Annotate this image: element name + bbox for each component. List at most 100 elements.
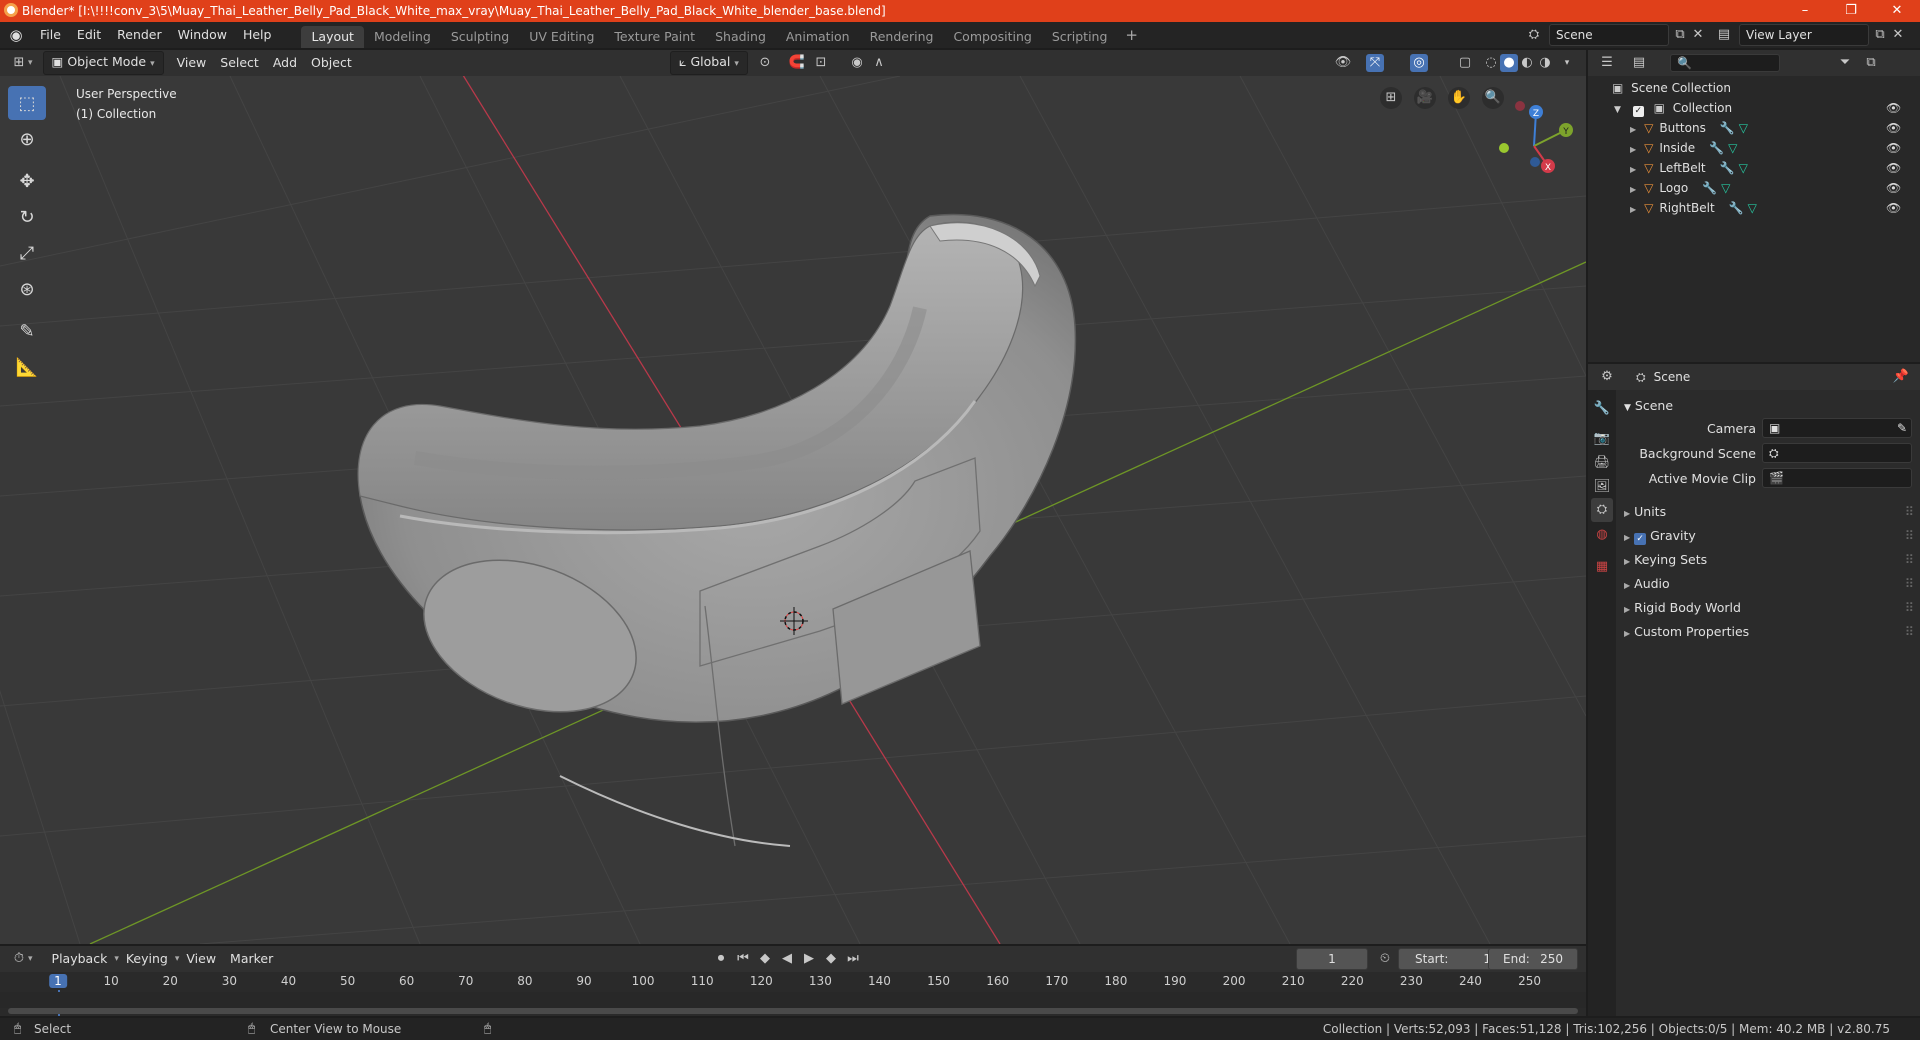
tab-layout[interactable]: Layout (301, 26, 364, 48)
scene-tab-icon[interactable]: ⛭ (1591, 498, 1613, 522)
overlay-toggle-icon[interactable]: ◎ (1410, 54, 1428, 72)
view-layer-browse-icon[interactable]: ▤ (1715, 26, 1733, 44)
proportional-edit-icon[interactable]: ◉ (848, 54, 866, 72)
eye-icon[interactable]: 👁 (1886, 98, 1901, 118)
annotate-tool[interactable]: ✎ (8, 314, 46, 348)
outliner-object-rightbelt[interactable]: ▶ ▽ RightBelt 🔧 ▽ 👁 (1630, 198, 1916, 218)
drag-handle-icon[interactable]: ⠿ (1905, 504, 1914, 519)
outliner-object-logo[interactable]: ▶ ▽ Logo 🔧 ▽ 👁 (1630, 178, 1916, 198)
panel-gravity[interactable]: ▶ ✓ Gravity ⠿ (1624, 528, 1914, 545)
marker-menu[interactable]: Marker (223, 948, 280, 970)
eye-icon[interactable]: 👁 (1886, 198, 1901, 218)
panel-custom-properties[interactable]: ▶ Custom Properties ⠿ (1624, 624, 1914, 639)
modifier-wrench-icon[interactable]: 🔧 (1729, 201, 1744, 215)
tool-tab-icon[interactable]: 🔧 (1593, 400, 1611, 418)
panel-audio[interactable]: ▶ Audio ⠿ (1624, 576, 1914, 591)
render-tab-icon[interactable]: 📷 (1593, 430, 1611, 448)
outliner-search-input[interactable]: 🔍 (1670, 54, 1780, 72)
properties-editor-icon[interactable]: ⚙ (1598, 368, 1616, 386)
eye-icon[interactable]: 👁 (1886, 118, 1901, 138)
tab-uv-editing[interactable]: UV Editing (519, 26, 604, 48)
outliner-object-buttons[interactable]: ▶ ▽ Buttons 🔧 ▽ 👁 (1630, 118, 1916, 138)
remove-scene-icon[interactable]: ✕ (1689, 26, 1707, 44)
modifier-wrench-icon[interactable]: 🔧 (1709, 141, 1724, 155)
scale-tool[interactable]: ⤢ (8, 236, 46, 270)
view-layer-field[interactable]: View Layer (1739, 24, 1869, 46)
rotate-tool[interactable]: ↻ (8, 200, 46, 234)
modifier-wrench-icon[interactable]: 🔧 (1720, 121, 1735, 135)
background-scene-field[interactable]: ⛭ (1762, 443, 1912, 463)
snap-icon[interactable]: 🧲 (788, 54, 806, 72)
modifier-wrench-icon[interactable]: 🔧 (1702, 181, 1717, 195)
playback-menu[interactable]: Playback (45, 948, 115, 970)
select-menu[interactable]: Select (213, 52, 266, 74)
timeline-track-area[interactable] (0, 992, 1586, 1008)
measure-tool[interactable]: 📐 (8, 350, 46, 384)
editor-type-icon[interactable]: ⊞ (10, 54, 28, 72)
mesh-data-icon[interactable]: ▽ (1739, 161, 1748, 175)
drag-handle-icon[interactable]: ⠿ (1905, 600, 1914, 615)
timeline-scrollbar[interactable] (8, 1008, 1578, 1014)
tab-sculpting[interactable]: Sculpting (441, 26, 519, 48)
move-tool[interactable]: ✥ (8, 164, 46, 198)
current-frame-field[interactable]: 1 (1296, 948, 1368, 970)
display-mode-icon[interactable]: ▤ (1630, 54, 1648, 72)
material-shading-icon[interactable]: ◐ (1518, 54, 1536, 72)
menu-file[interactable]: File (32, 22, 69, 48)
new-scene-icon[interactable]: ⧉ (1671, 26, 1689, 44)
outliner-collection[interactable]: ▼ ✓ ▣ Collection 👁 (1614, 98, 1914, 118)
expand-arrow-icon[interactable]: ▶ (1630, 185, 1636, 194)
checkbox-icon[interactable]: ✓ (1632, 106, 1644, 117)
expand-arrow-icon[interactable]: ▶ (1630, 205, 1636, 214)
tab-texture-paint[interactable]: Texture Paint (604, 26, 705, 48)
panel-keying-sets[interactable]: ▶ Keying Sets ⠿ (1624, 552, 1914, 567)
end-frame-field[interactable]: End: 250 (1488, 948, 1578, 970)
mesh-data-icon[interactable]: ▽ (1721, 181, 1730, 195)
drag-handle-icon[interactable]: ⠿ (1905, 528, 1914, 543)
outliner-editor-icon[interactable]: ☰ (1598, 54, 1616, 72)
panel-rigid-body-world[interactable]: ▶ Rigid Body World ⠿ (1624, 600, 1914, 615)
shading-options-icon[interactable]: ▾ (1558, 54, 1576, 72)
axis-gizmo[interactable]: Z Y X (1490, 92, 1580, 182)
pin-icon[interactable]: 📌 (1892, 368, 1910, 386)
drag-handle-icon[interactable]: ⠿ (1905, 576, 1914, 591)
add-menu[interactable]: Add (266, 52, 304, 74)
outliner-object-inside[interactable]: ▶ ▽ Inside 🔧 ▽ 👁 (1630, 138, 1916, 158)
gizmo-toggle-icon[interactable]: ⤧ (1366, 54, 1384, 72)
pan-hand-icon[interactable]: ✋ (1448, 87, 1470, 109)
snap-target-icon[interactable]: ⊡ (812, 54, 830, 72)
menu-help[interactable]: Help (235, 22, 280, 48)
maximize-button[interactable]: ❐ (1828, 0, 1874, 22)
3d-viewport[interactable]: User Perspective (1) Collection ⊞ 🎥 ✋ 🔍 … (0, 76, 1586, 944)
expand-arrow-icon[interactable]: ▼ (1614, 105, 1621, 115)
new-collection-icon[interactable]: ⧉ (1862, 54, 1880, 72)
camera-view-icon[interactable]: 🎥 (1414, 87, 1436, 109)
expand-arrow-icon[interactable]: ▶ (1630, 145, 1636, 154)
drag-handle-icon[interactable]: ⠿ (1905, 624, 1914, 639)
orientation-dropdown[interactable]: ⟀ Global ▾ (670, 51, 748, 75)
camera-field[interactable]: ▣ ✎ (1762, 418, 1912, 438)
gravity-checkbox[interactable]: ✓ (1634, 533, 1647, 545)
falloff-icon[interactable]: ∧ (870, 54, 888, 72)
mode-dropdown[interactable]: ▣ Object Mode ▾ (42, 51, 164, 75)
blender-menu-icon[interactable]: ◉ (0, 26, 32, 44)
outliner-object-leftbelt[interactable]: ▶ ▽ LeftBelt 🔧 ▽ 👁 (1630, 158, 1916, 178)
texture-tab-icon[interactable]: ▦ (1593, 558, 1611, 576)
ortho-toggle-icon[interactable]: ⊞ (1380, 87, 1402, 109)
new-view-layer-icon[interactable]: ⧉ (1871, 26, 1889, 44)
remove-view-layer-icon[interactable]: ✕ (1889, 26, 1907, 44)
transform-tool[interactable]: ⊛ (8, 272, 46, 306)
tab-rendering[interactable]: Rendering (860, 26, 944, 48)
close-button[interactable]: ✕ (1874, 0, 1920, 22)
prev-keyframe-icon[interactable]: ◆ (756, 950, 774, 968)
jump-end-icon[interactable]: ⏭ (844, 950, 862, 968)
tab-shading[interactable]: Shading (705, 26, 776, 48)
menu-render[interactable]: Render (109, 22, 170, 48)
next-keyframe-icon[interactable]: ◆ (822, 950, 840, 968)
modifier-wrench-icon[interactable]: 🔧 (1720, 161, 1735, 175)
filter-icon[interactable]: ⏷ (1836, 54, 1854, 72)
world-tab-icon[interactable]: ◍ (1593, 526, 1611, 544)
scene-section-header[interactable]: ▼ Scene (1624, 398, 1673, 413)
frame-ruler[interactable]: 1 10 20 30 40 50 60 70 80 90 100 110 120 130 140 150 160… (0, 972, 1586, 1016)
pivot-point-icon[interactable]: ⊙ (756, 54, 774, 72)
